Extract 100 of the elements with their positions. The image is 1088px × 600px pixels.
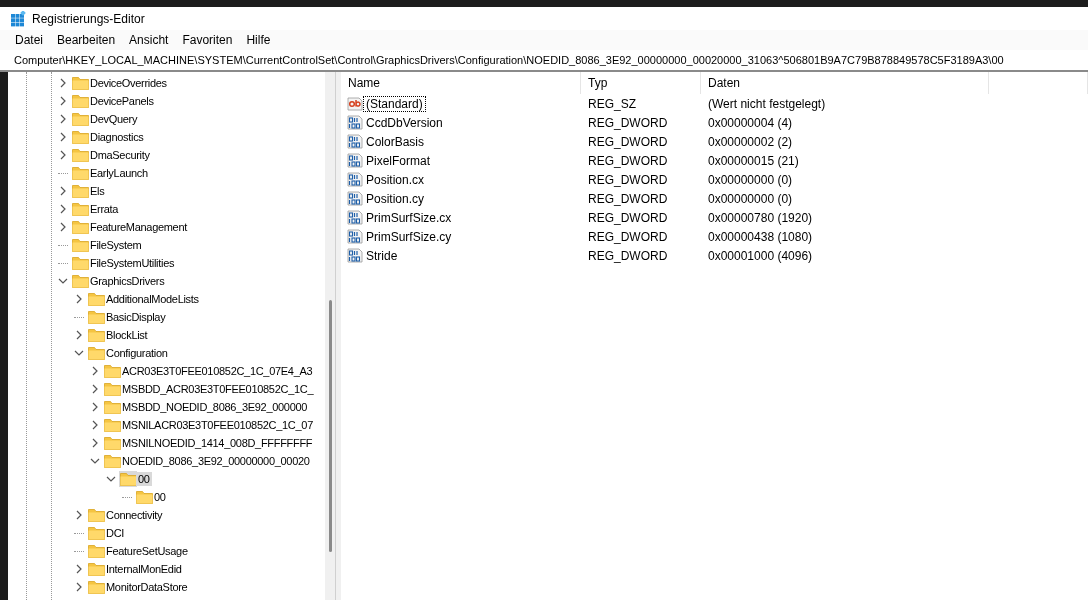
menu-item[interactable]: Ansicht bbox=[122, 33, 176, 47]
folder-icon bbox=[72, 76, 89, 90]
chevron-right-icon[interactable] bbox=[74, 510, 84, 520]
string-value-icon bbox=[347, 96, 363, 111]
value-name[interactable]: Stride bbox=[364, 248, 400, 263]
column-header[interactable]: Typ bbox=[581, 72, 701, 94]
tree-item[interactable]: GraphicsDrivers bbox=[88, 274, 167, 288]
folder-icon bbox=[88, 562, 105, 576]
value-data: (Wert nicht festgelegt) bbox=[707, 96, 827, 111]
menu-item[interactable]: Datei bbox=[8, 33, 50, 47]
chevron-right-icon[interactable] bbox=[58, 150, 68, 160]
chevron-right-icon[interactable] bbox=[58, 78, 68, 88]
folder-icon bbox=[72, 238, 89, 252]
tree-item[interactable]: 00 bbox=[152, 490, 168, 504]
tree-item[interactable]: DevQuery bbox=[88, 112, 140, 126]
chevron-right-icon[interactable] bbox=[74, 582, 84, 592]
tree-item[interactable]: Connectivity bbox=[104, 508, 165, 522]
menu-item[interactable]: Favoriten bbox=[175, 33, 240, 47]
value-name[interactable]: Position.cx bbox=[364, 172, 427, 187]
folder-icon bbox=[72, 166, 89, 180]
folder-icon bbox=[88, 544, 105, 558]
tree-item[interactable]: 00 bbox=[136, 472, 152, 486]
tree-item[interactable]: Diagnostics bbox=[88, 130, 146, 144]
binary-value-icon bbox=[347, 153, 363, 168]
chevron-right-icon[interactable] bbox=[74, 564, 84, 574]
binary-value-icon bbox=[347, 210, 363, 225]
value-type: REG_DWORD bbox=[587, 134, 669, 149]
value-name[interactable]: CcdDbVersion bbox=[364, 115, 445, 130]
tree-item[interactable]: MSNILNOEDID_1414_008D_FFFFFFFF bbox=[120, 436, 315, 450]
tree-item[interactable]: InternalMonEdid bbox=[104, 562, 184, 576]
value-data: 0x00000000 (0) bbox=[707, 172, 794, 187]
column-header[interactable]: Name bbox=[341, 72, 581, 94]
tree-item[interactable]: BlockList bbox=[104, 328, 150, 342]
value-name[interactable]: PrimSurfSize.cx bbox=[364, 210, 454, 225]
chevron-right-icon[interactable] bbox=[58, 204, 68, 214]
chevron-right-icon[interactable] bbox=[90, 384, 100, 394]
folder-icon bbox=[104, 418, 121, 432]
tree-item[interactable]: MSNILACR03E3T0FEE010852C_1C_07 bbox=[120, 418, 315, 432]
chevron-right-icon[interactable] bbox=[58, 114, 68, 124]
value-type: REG_SZ bbox=[587, 96, 637, 111]
binary-value-icon bbox=[347, 248, 363, 263]
chevron-right-icon[interactable] bbox=[58, 132, 68, 142]
value-data: 0x00001000 (4096) bbox=[707, 248, 814, 263]
value-name[interactable]: PixelFormat bbox=[364, 153, 432, 168]
tree-item[interactable]: DeviceOverrides bbox=[88, 76, 169, 90]
value-name[interactable]: (Standard) bbox=[364, 96, 425, 111]
tree-item[interactable]: DmaSecurity bbox=[88, 148, 152, 162]
folder-icon bbox=[88, 292, 105, 306]
chevron-right-icon[interactable] bbox=[58, 96, 68, 106]
chevron-down-icon[interactable] bbox=[90, 456, 100, 466]
tree-item[interactable]: EarlyLaunch bbox=[88, 166, 150, 180]
folder-icon bbox=[88, 346, 105, 360]
folder-icon bbox=[72, 274, 89, 288]
tree-item[interactable]: DCI bbox=[104, 526, 127, 540]
chevron-right-icon[interactable] bbox=[74, 294, 84, 304]
tree-item[interactable]: Configuration bbox=[104, 346, 170, 360]
folder-icon bbox=[136, 490, 153, 504]
tree-item[interactable]: FeatureSetUsage bbox=[104, 544, 190, 558]
value-name[interactable]: Position.cy bbox=[364, 191, 427, 206]
binary-value-icon bbox=[347, 172, 363, 187]
tree-item[interactable]: Errata bbox=[88, 202, 121, 216]
tree-item[interactable]: FileSystemUtilities bbox=[88, 256, 177, 270]
tree-item[interactable]: Els bbox=[88, 184, 107, 198]
folder-icon bbox=[104, 436, 121, 450]
value-type: REG_DWORD bbox=[587, 153, 669, 168]
binary-value-icon bbox=[347, 229, 363, 244]
menu-item[interactable]: Bearbeiten bbox=[50, 33, 123, 47]
tree-item[interactable]: ACR03E3T0FEE010852C_1C_07E4_A3 bbox=[120, 364, 315, 378]
tree-item[interactable]: BasicDisplay bbox=[104, 310, 168, 324]
window-title: Registrierungs-Editor bbox=[32, 11, 145, 26]
tree-item[interactable]: MonitorDataStore bbox=[104, 580, 190, 594]
chevron-right-icon[interactable] bbox=[90, 402, 100, 412]
tree-item[interactable]: MSBDD_ACR03E3T0FEE010852C_1C_ bbox=[120, 382, 316, 396]
chevron-right-icon[interactable] bbox=[90, 420, 100, 430]
value-data: 0x00000002 (2) bbox=[707, 134, 794, 149]
value-type: REG_DWORD bbox=[587, 229, 669, 244]
chevron-right-icon[interactable] bbox=[58, 222, 68, 232]
chevron-right-icon[interactable] bbox=[74, 330, 84, 340]
tree-item[interactable]: NOEDID_8086_3E92_00000000_00020 bbox=[120, 454, 312, 468]
chevron-down-icon[interactable] bbox=[74, 348, 84, 358]
tree-item[interactable]: FileSystem bbox=[88, 238, 144, 252]
chevron-right-icon[interactable] bbox=[90, 438, 100, 448]
tree-item[interactable]: DevicePanels bbox=[88, 94, 156, 108]
folder-icon bbox=[120, 472, 137, 486]
tree-item[interactable]: FeatureManagement bbox=[88, 220, 189, 234]
chevron-down-icon[interactable] bbox=[106, 474, 116, 484]
tree-item[interactable]: MSBDD_NOEDID_8086_3E92_000000 bbox=[120, 400, 310, 414]
value-name[interactable]: ColorBasis bbox=[364, 134, 427, 149]
tree-item[interactable]: AdditionalModeLists bbox=[104, 292, 201, 306]
value-name[interactable]: PrimSurfSize.cy bbox=[364, 229, 454, 244]
chevron-right-icon[interactable] bbox=[90, 366, 100, 376]
chevron-down-icon[interactable] bbox=[58, 276, 68, 286]
value-type: REG_DWORD bbox=[587, 210, 669, 225]
value-type: REG_DWORD bbox=[587, 248, 669, 263]
menu-item[interactable]: Hilfe bbox=[239, 33, 278, 47]
scrollbar[interactable] bbox=[325, 72, 335, 600]
column-header[interactable]: Daten bbox=[701, 72, 989, 94]
folder-icon bbox=[88, 508, 105, 522]
folder-icon bbox=[72, 202, 89, 216]
chevron-right-icon[interactable] bbox=[58, 186, 68, 196]
